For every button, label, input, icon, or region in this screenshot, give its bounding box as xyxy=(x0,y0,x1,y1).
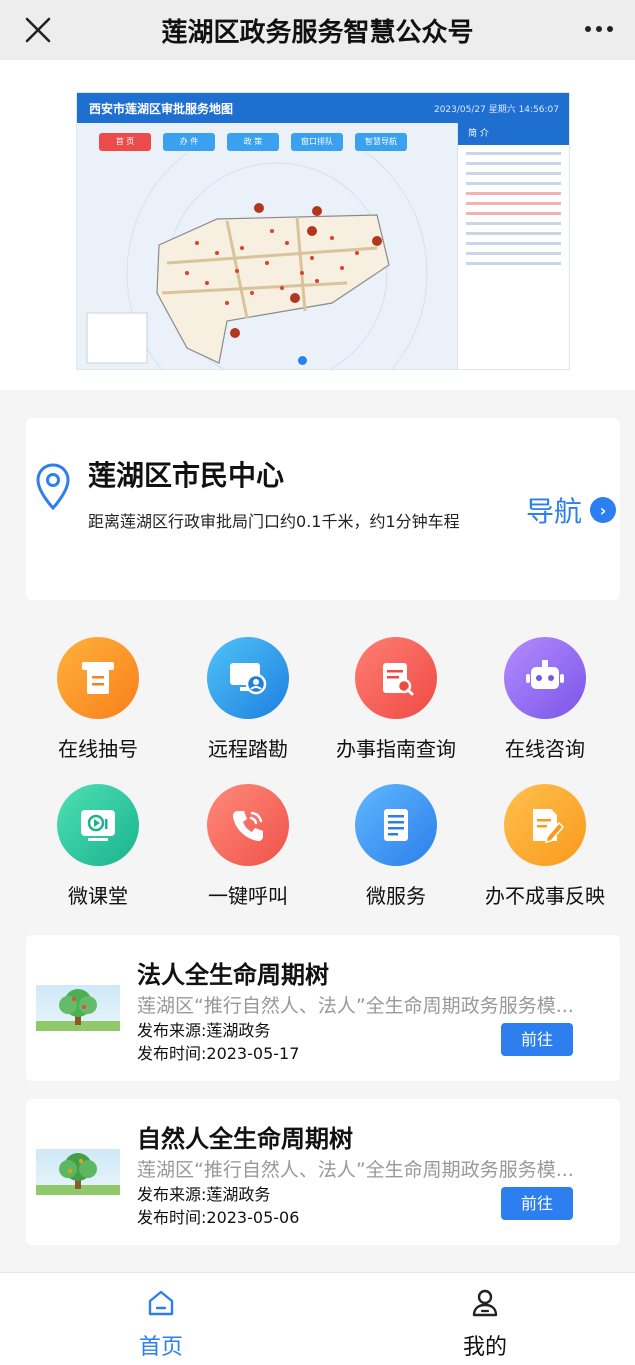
location-pin-icon xyxy=(36,463,70,511)
close-icon[interactable] xyxy=(20,12,56,48)
top-bar: 莲湖区政务服务智慧公众号 xyxy=(0,0,635,60)
home-icon xyxy=(148,1290,174,1316)
banner-carousel[interactable]: 西安市莲湖区审批服务地图 2023/05/27 星期六 14:56:07 首 页… xyxy=(0,60,635,390)
banner-image[interactable]: 西安市莲湖区审批服务地图 2023/05/27 星期六 14:56:07 首 页… xyxy=(76,92,570,370)
service-label: 在线抽号 xyxy=(58,737,138,761)
page-title: 莲湖区政务服务智慧公众号 xyxy=(161,17,474,48)
news-meta: 发布来源:莲湖政务 发布时间:2023-05-06 xyxy=(137,1183,299,1229)
news-card[interactable]: 自然人全生命周期树 莲湖区“推行自然人、法人”全生命周期政务服务模... 发布来… xyxy=(26,1099,620,1245)
news-date: 发布时间:2023-05-06 xyxy=(137,1208,300,1227)
service-online-consult[interactable]: 在线咨询 xyxy=(470,637,620,762)
edit-feedback-icon xyxy=(504,784,586,866)
document-list-icon xyxy=(355,784,437,866)
tab-mine[interactable]: 我的 xyxy=(425,1287,545,1361)
service-label: 微课堂 xyxy=(68,884,128,908)
news-source: 发布来源:莲湖政务 xyxy=(137,1185,271,1204)
news-title: 自然人全生命周期树 xyxy=(137,1125,353,1153)
news-title: 法人全生命周期树 xyxy=(137,961,329,989)
navigate-label: 导航 xyxy=(525,495,582,528)
service-online-ticket[interactable]: 在线抽号 xyxy=(23,637,173,762)
tree-icon xyxy=(36,1149,120,1195)
banner-tab: 政 策 xyxy=(227,133,279,151)
banner-image-header: 西安市莲湖区审批服务地图 2023/05/27 星期六 14:56:07 xyxy=(77,93,569,123)
service-one-key-call[interactable]: 一键呼叫 xyxy=(173,784,323,909)
location-card: 莲湖区市民中心 距离莲湖区行政审批局门口约0.1千米，约1分钟车程 导航 › xyxy=(26,418,620,600)
banner-side-title: 简 介 xyxy=(458,123,569,145)
bottom-tab-bar: 首页 我的 xyxy=(0,1272,635,1365)
news-source: 发布来源:莲湖政务 xyxy=(137,1021,271,1040)
service-guide-search[interactable]: 办事指南查询 xyxy=(321,637,471,762)
service-label: 办不成事反映 xyxy=(485,884,605,908)
tab-home[interactable]: 首页 xyxy=(101,1287,221,1361)
more-dots-icon[interactable] xyxy=(581,14,617,44)
robot-chat-icon xyxy=(504,637,586,719)
banner-tab: 首 页 xyxy=(99,133,151,151)
user-icon xyxy=(472,1289,498,1317)
news-date: 发布时间:2023-05-17 xyxy=(137,1044,300,1063)
news-card[interactable]: 法人全生命周期树 莲湖区“推行自然人、法人”全生命周期政务服务模... 发布来源… xyxy=(26,935,620,1081)
location-title: 莲湖区市民中心 xyxy=(88,459,285,492)
location-description: 距离莲湖区行政审批局门口约0.1千米，约1分钟车程 xyxy=(88,512,460,531)
banner-image-tabs: 首 页 办 件 政 策 窗口排队 智慧导航 xyxy=(99,133,407,151)
news-meta: 发布来源:莲湖政务 发布时间:2023-05-17 xyxy=(137,1019,299,1065)
service-micro-service[interactable]: 微服务 xyxy=(321,784,471,909)
banner-image-title: 西安市莲湖区审批服务地图 xyxy=(89,101,234,116)
service-label: 微服务 xyxy=(366,884,426,908)
service-label: 一键呼叫 xyxy=(208,884,288,908)
video-class-icon xyxy=(57,784,139,866)
banner-tab: 办 件 xyxy=(163,133,215,151)
news-summary: 莲湖区“推行自然人、法人”全生命周期政务服务模... xyxy=(137,1159,574,1181)
tab-mine-label: 我的 xyxy=(462,1335,507,1360)
tree-icon xyxy=(36,985,120,1031)
service-remote-inspection[interactable]: 远程踏勘 xyxy=(173,637,323,762)
phone-call-icon xyxy=(207,784,289,866)
service-label: 办事指南查询 xyxy=(336,737,456,761)
ticket-queue-icon xyxy=(57,637,139,719)
banner-tab: 窗口排队 xyxy=(291,133,343,151)
service-micro-class[interactable]: 微课堂 xyxy=(23,784,173,909)
banner-image-side-panel: 简 介 xyxy=(457,123,569,369)
remote-video-inspection-icon xyxy=(207,637,289,719)
go-button[interactable]: 前往 xyxy=(501,1023,573,1056)
tab-home-label: 首页 xyxy=(138,1335,183,1360)
banner-tab: 智慧导航 xyxy=(355,133,407,151)
guide-search-icon xyxy=(355,637,437,719)
banner-image-time: 2023/05/27 星期六 14:56:07 xyxy=(433,104,559,115)
navigate-button[interactable]: 导航 › xyxy=(526,490,616,530)
go-button[interactable]: 前往 xyxy=(501,1187,573,1220)
news-summary: 莲湖区“推行自然人、法人”全生命周期政务服务模... xyxy=(137,995,574,1017)
carousel-indicator[interactable] xyxy=(298,356,307,365)
service-label: 远程踏勘 xyxy=(208,737,288,761)
service-feedback[interactable]: 办不成事反映 xyxy=(470,784,620,909)
district-map xyxy=(86,153,428,369)
chevron-right-circle-icon: › xyxy=(590,497,616,523)
service-label: 在线咨询 xyxy=(505,737,585,761)
